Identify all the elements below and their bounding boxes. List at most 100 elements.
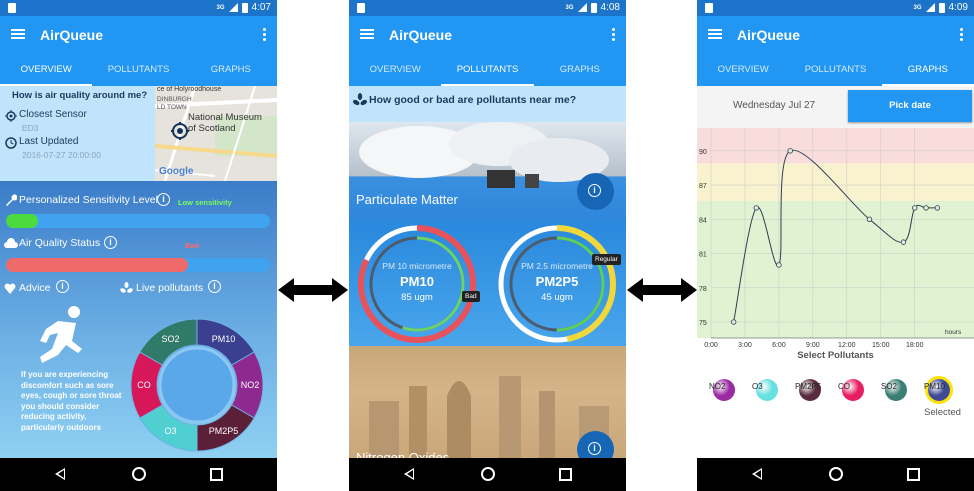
- x-tick-label: 3:00: [738, 342, 752, 349]
- location-marker-icon: [171, 122, 189, 140]
- aq-status-value: Bad: [185, 241, 200, 250]
- sensitivity-info-icon[interactable]: i: [157, 193, 170, 206]
- home-icon[interactable]: [481, 467, 495, 481]
- last-updated-label: Last Updated: [19, 136, 79, 147]
- pm10-value: 85 ugm: [401, 292, 433, 303]
- pm-gauges: PM 10 micrometre PM10 85 ugm Bad PM 2.5 …: [349, 220, 626, 346]
- status-bar: 3G 4:09: [697, 0, 974, 16]
- data-point[interactable]: [934, 205, 941, 211]
- recent-apps-icon[interactable]: [907, 468, 920, 481]
- pollutant-line-chart[interactable]: 75 78 81 84 87 90 0:00 3:00 6:00 9:00 12:00 15:00 18…: [697, 128, 974, 350]
- pollutant-toggle-label: NO2: [709, 382, 726, 391]
- tab-bar: OVERVIEW POLLUTANTS GRAPHS: [0, 55, 277, 86]
- sensitivity-value: Low sensitivity: [178, 198, 232, 207]
- back-icon[interactable]: [404, 468, 414, 480]
- data-point[interactable]: [787, 148, 793, 154]
- tab-bar: OVERVIEW POLLUTANTS GRAPHS: [349, 55, 626, 86]
- app-bar: AirQueue: [697, 16, 974, 55]
- pm25-value: 45 ugm: [541, 292, 573, 303]
- pollutants-header: How good or bad are pollutants near me?: [349, 86, 626, 122]
- data-point[interactable]: [753, 205, 759, 211]
- sensitivity-slider[interactable]: [6, 214, 270, 228]
- more-options-icon[interactable]: [612, 28, 616, 43]
- quality-band: [697, 128, 974, 164]
- app-title: AirQueue: [40, 27, 104, 43]
- more-options-icon[interactable]: [263, 28, 267, 43]
- pollutants-screen: 3G 4:08 AirQueue OVERVIEW POLLUTANTS GRA…: [349, 0, 626, 491]
- particulate-matter-card[interactable]: Particulate Matter i: [349, 122, 626, 220]
- back-icon[interactable]: [752, 468, 762, 480]
- selected-label: Selected: [924, 407, 961, 418]
- app-bar: AirQueue: [349, 16, 626, 55]
- x-tick-label: 9:00: [806, 342, 820, 349]
- donut-label: O3: [164, 426, 176, 436]
- status-bar: 3G 4:07: [0, 0, 277, 16]
- sim-icon: [357, 3, 365, 13]
- x-tick-label: 12:00: [838, 342, 856, 349]
- aq-status-label: Air Quality Status: [19, 237, 101, 249]
- tab-overview[interactable]: OVERVIEW: [349, 55, 441, 86]
- running-person-icon: [40, 306, 82, 363]
- network-type: 3G: [565, 4, 574, 11]
- aq-status-info-icon[interactable]: i: [104, 236, 117, 249]
- card-title-particulate: Particulate Matter: [356, 192, 458, 207]
- pick-date-button[interactable]: Pick date: [848, 90, 972, 122]
- signal-icon: [577, 3, 587, 12]
- home-icon[interactable]: [829, 467, 843, 481]
- recent-apps-icon[interactable]: [210, 468, 223, 481]
- x-tick-label: 18:00: [906, 342, 924, 349]
- location-map[interactable]: ce of Holyroodhouse DINBURGH LD TOWN Nat…: [155, 86, 277, 181]
- donut-label: SO2: [161, 334, 179, 344]
- hamburger-menu-icon[interactable]: [11, 29, 25, 39]
- recent-apps-icon[interactable]: [559, 468, 572, 481]
- pollutant-toggle-label: PM2P5: [795, 382, 822, 391]
- tab-overview[interactable]: OVERVIEW: [697, 55, 789, 86]
- live-pollutants-info-icon[interactable]: i: [208, 280, 221, 293]
- tab-graphs[interactable]: GRAPHS: [881, 55, 974, 86]
- android-nav-bar: [349, 458, 626, 491]
- advice-info-icon[interactable]: i: [56, 280, 69, 293]
- pm25-badge: Regular: [592, 254, 621, 265]
- pollutant-toggle-label: CO: [838, 382, 850, 391]
- nitrogen-oxides-card[interactable]: Nitrogen Oxides i: [349, 346, 626, 459]
- hamburger-menu-icon[interactable]: [708, 29, 722, 39]
- data-point[interactable]: [730, 319, 737, 325]
- location-summary: How is air quality around me? Closest Se…: [0, 86, 155, 181]
- data-point[interactable]: [912, 205, 918, 211]
- tab-pollutants[interactable]: POLLUTANTS: [789, 55, 881, 86]
- sensitivity-label: Personalized Sensitivity Level: [19, 194, 158, 206]
- fan-icon: [353, 93, 367, 106]
- battery-icon: [241, 2, 248, 13]
- data-point[interactable]: [900, 239, 907, 245]
- tab-pollutants[interactable]: POLLUTANTS: [441, 55, 534, 86]
- sim-icon: [8, 3, 16, 13]
- live-pollutants-label: Live pollutants: [136, 282, 204, 294]
- donut-center: [158, 346, 236, 424]
- sim-icon: [705, 3, 713, 13]
- tab-overview[interactable]: OVERVIEW: [0, 55, 93, 86]
- pm10-badge: Bad: [462, 291, 480, 302]
- tab-graphs[interactable]: GRAPHS: [185, 55, 277, 86]
- data-point[interactable]: [866, 216, 873, 223]
- hamburger-menu-icon[interactable]: [360, 29, 374, 39]
- home-icon[interactable]: [132, 467, 146, 481]
- y-tick-label: 87: [699, 183, 707, 190]
- cloud-icon: [4, 238, 18, 248]
- advice-text: If you are experiencing discomfort such …: [21, 370, 122, 432]
- x-tick-label: 15:00: [872, 342, 890, 349]
- donut-label: CO: [137, 380, 151, 390]
- tab-pollutants[interactable]: POLLUTANTS: [92, 55, 184, 86]
- data-point[interactable]: [776, 262, 782, 268]
- particulate-info-button[interactable]: i: [577, 173, 614, 210]
- back-icon[interactable]: [55, 468, 65, 480]
- tab-graphs[interactable]: GRAPHS: [534, 55, 626, 86]
- more-options-icon[interactable]: [960, 28, 964, 43]
- data-point[interactable]: [923, 205, 929, 211]
- network-type: 3G: [216, 4, 225, 11]
- live-pollutants-donut[interactable]: PM10 NO2 PM2P5 O3 CO SO2: [123, 317, 271, 453]
- status-bar: 3G 4:08: [349, 0, 626, 16]
- info-icon: i: [588, 442, 601, 455]
- double-arrow-icon: [278, 278, 348, 302]
- pollutant-toggle-label: PM10: [924, 382, 945, 391]
- pm10-desc: PM 10 micrometre: [382, 261, 452, 271]
